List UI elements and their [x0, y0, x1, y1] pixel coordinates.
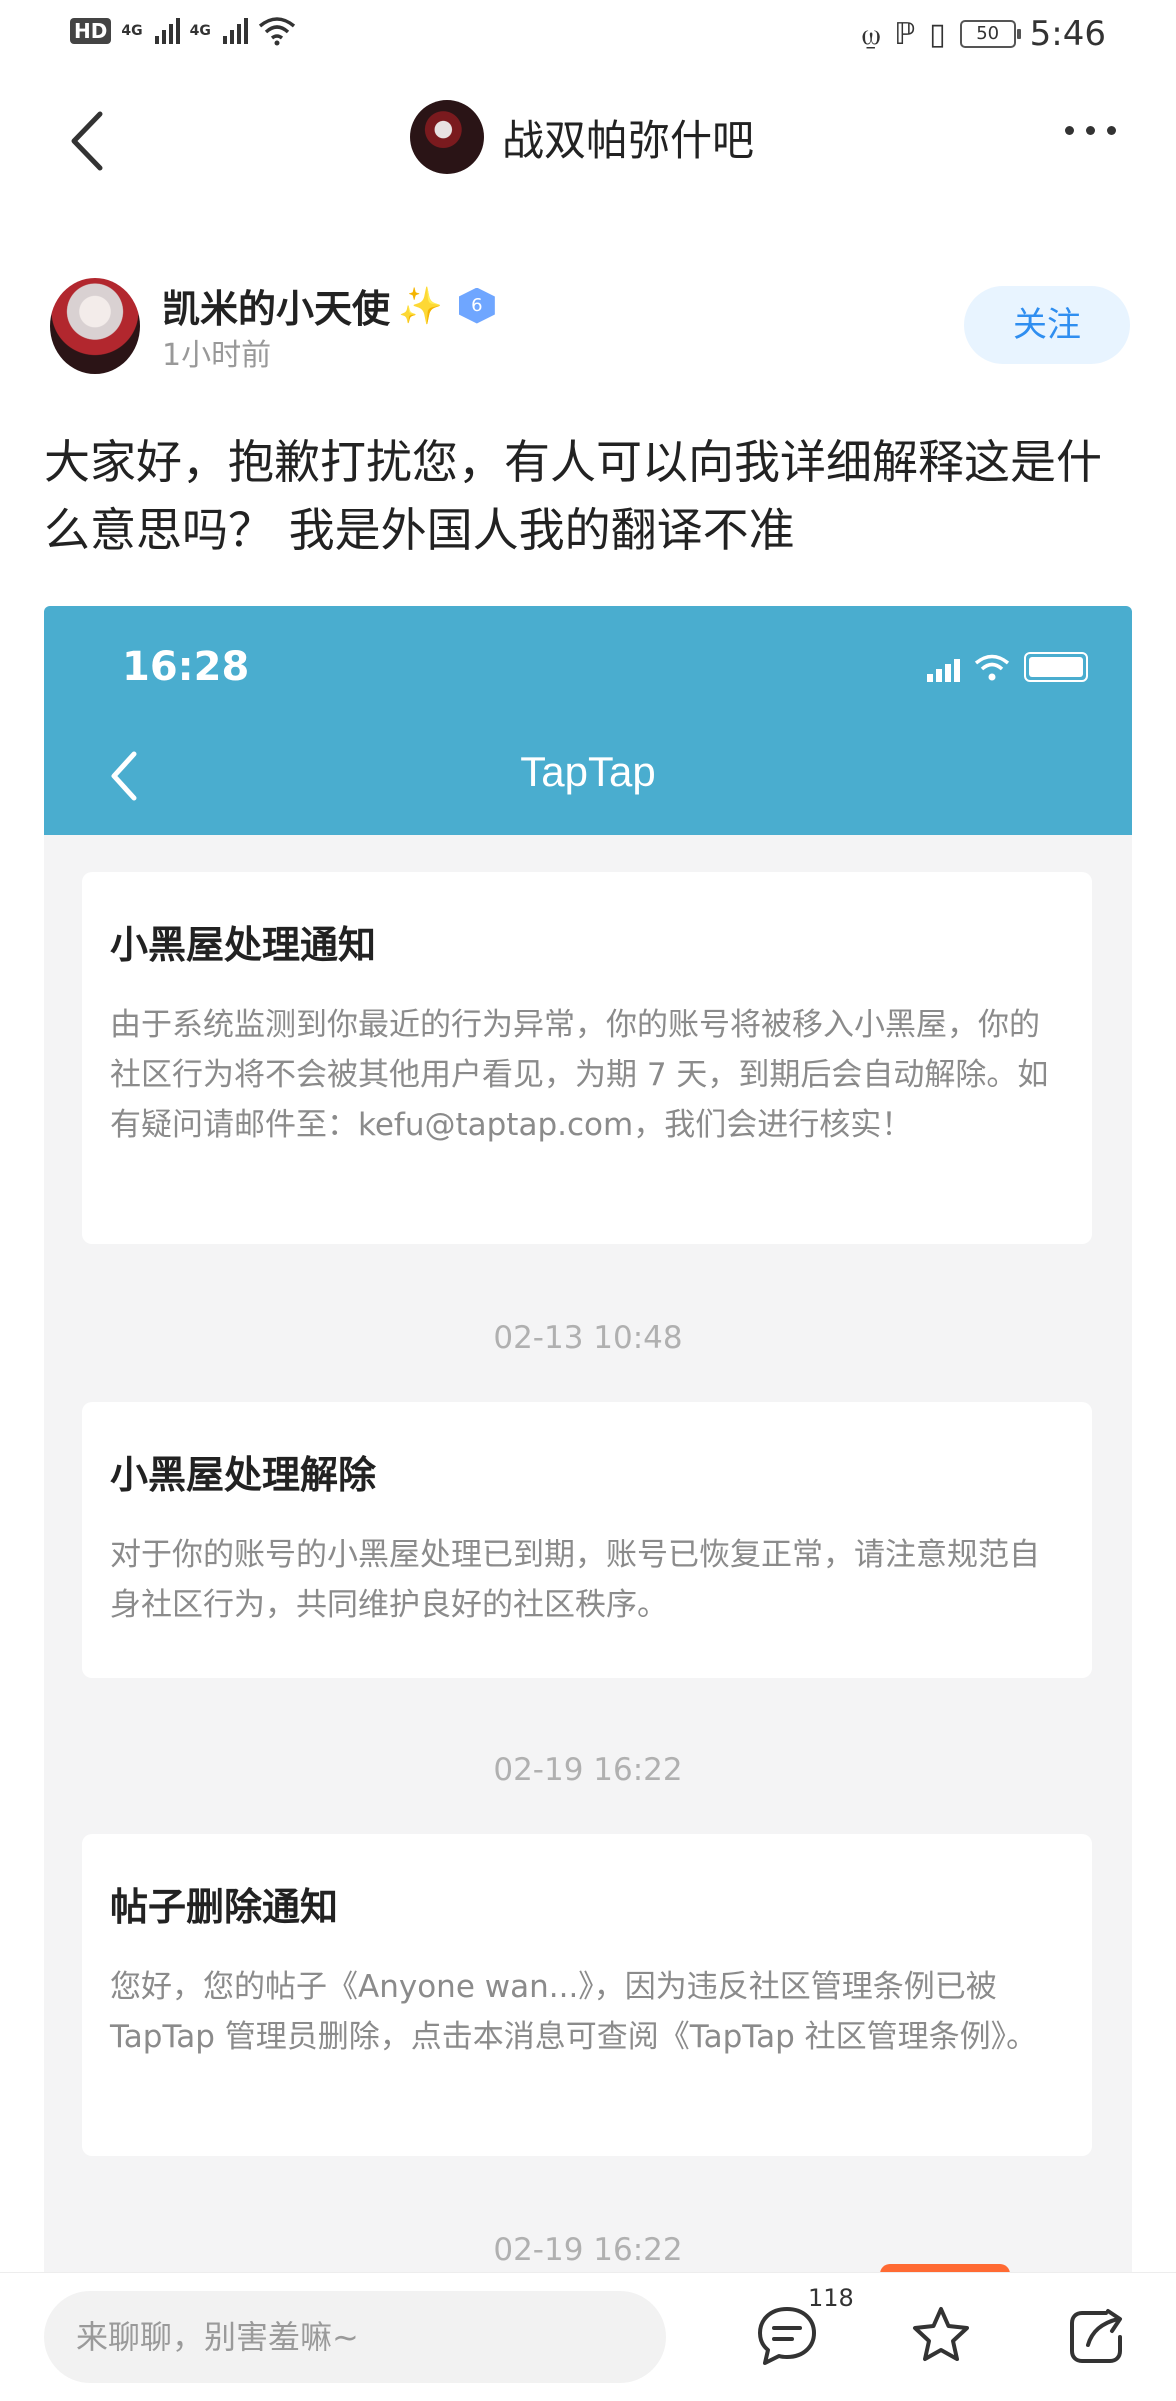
- notice-body: 您好，您的帖子《Anyone wan...》，因为违反社区管理条例已被 TapT…: [110, 1969, 1038, 2055]
- forum-header[interactable]: 战双帕弥什吧: [410, 100, 754, 174]
- image-status-time: 16:28: [122, 644, 250, 690]
- signal-icon-2: [222, 18, 248, 44]
- nfc-icon: ⍹: [862, 16, 881, 52]
- notice-card: 小黑屋处理解除 对于你的账号的小黑屋处理已到期，账号已恢复正常，请注意规范自身社…: [82, 1402, 1092, 1678]
- star-icon[interactable]: [906, 2301, 976, 2371]
- notice-timestamp: 02-19 16:22: [493, 2232, 683, 2268]
- post-image[interactable]: 16:28 TapTap 小黑屋处理通知 由于系统监测到你最近的行为异常，你的账…: [44, 606, 1132, 2400]
- hd-badge: HD: [70, 18, 112, 44]
- bluetooth-icon: ℙ: [894, 16, 916, 52]
- notice-timestamp: 02-19 16:22: [493, 1752, 683, 1788]
- network-type-2: 4G: [189, 23, 211, 39]
- bottom-action-bar: [0, 2272, 1176, 2401]
- status-right: ⍹ ℙ ▯ 50 5:46: [862, 14, 1106, 54]
- author-name-line: 凯米的小天使 ✨ 6: [162, 278, 495, 333]
- top-nav: 战双帕弥什吧: [0, 96, 1176, 186]
- battery-indicator: 50: [959, 20, 1021, 48]
- image-status-icons: [925, 652, 1088, 682]
- forum-avatar[interactable]: [410, 100, 484, 174]
- post-text: 大家好，抱歉打扰您，有人可以向我详细解释这是什么意思吗？ 我是外国人我的翻译不准: [44, 435, 1102, 557]
- image-wifi-icon: [974, 654, 1010, 681]
- notice-title: 小黑屋处理通知: [110, 923, 377, 967]
- author-name[interactable]: 凯米的小天使: [162, 278, 390, 333]
- status-time: 5:46: [1029, 14, 1106, 54]
- image-app-title: TapTap: [520, 748, 656, 795]
- wifi-icon: [258, 17, 295, 46]
- image-signal-icon: [927, 656, 960, 682]
- signal-icon: [154, 18, 180, 44]
- reply-input[interactable]: [44, 2291, 666, 2383]
- notice-card: 小黑屋处理通知 由于系统监测到你最近的行为异常，你的账号将被移入小黑屋，你的社区…: [82, 872, 1092, 1244]
- image-app-header: 16:28 TapTap: [44, 606, 1132, 835]
- post-author-row: 凯米的小天使 ✨ 6 1小时前 关注: [50, 278, 1130, 378]
- forum-title[interactable]: 战双帕弥什吧: [502, 107, 754, 168]
- follow-button[interactable]: 关注: [964, 286, 1130, 364]
- share-icon[interactable]: [1062, 2301, 1132, 2371]
- notice-title: 帖子删除通知: [110, 1885, 339, 1929]
- author-avatar[interactable]: [50, 278, 140, 374]
- status-bar: HD 4G 4G ⍹ ℙ ▯ 50 5:46: [0, 0, 1176, 72]
- notice-title: 小黑屋处理解除: [110, 1453, 377, 1497]
- notice-timestamp: 02-13 10:48: [493, 1320, 683, 1356]
- comment-count: 118: [808, 2284, 854, 2312]
- level-badge: 6: [458, 287, 495, 324]
- more-options-icon[interactable]: [1065, 116, 1116, 145]
- status-left: HD 4G 4G: [70, 16, 296, 46]
- notice-body: 对于你的账号的小黑屋处理已到期，账号已恢复正常，请注意规范自身社区行为，共同维护…: [110, 1537, 1040, 1623]
- back-arrow-icon[interactable]: [60, 108, 120, 174]
- image-battery-icon: [1024, 652, 1088, 682]
- post-time: 1小时前: [162, 338, 272, 373]
- notice-body: 由于系统监测到你最近的行为异常，你的账号将被移入小黑屋，你的社区行为将不会被其他…: [110, 1007, 1049, 1143]
- vibrate-icon: ▯: [929, 16, 946, 52]
- network-type-1: 4G: [121, 23, 143, 39]
- notice-card: 帖子删除通知 您好，您的帖子《Anyone wan...》，因为违反社区管理条例…: [82, 1834, 1092, 2156]
- sparkle-icon: ✨: [398, 285, 443, 327]
